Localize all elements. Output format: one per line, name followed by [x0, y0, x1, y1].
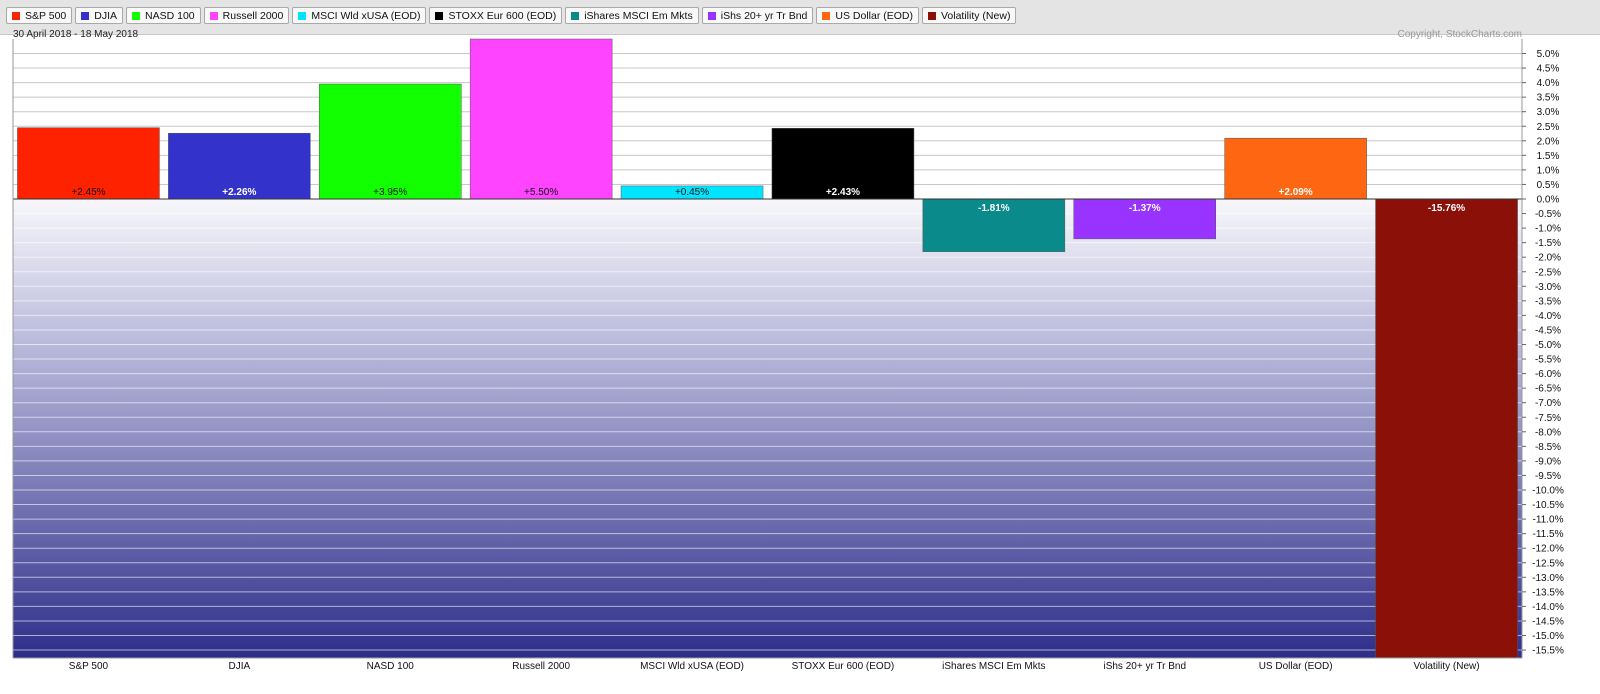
y-tick-label: 3.5% [1537, 93, 1560, 104]
x-category-label: Volatility (New) [1413, 661, 1479, 672]
data-label: +0.45% [675, 187, 709, 198]
data-label: -1.37% [1129, 203, 1161, 214]
y-tick-label: -8.0% [1535, 427, 1561, 438]
bar[interactable] [469, 38, 613, 200]
data-label: +2.43% [826, 187, 860, 198]
x-category-label: NASD 100 [367, 661, 415, 672]
y-tick-label: 0.0% [1537, 195, 1560, 206]
data-label: -1.81% [978, 203, 1010, 214]
x-category-label: iShares MSCI Em Mkts [942, 661, 1045, 672]
y-tick-label: -13.0% [1532, 573, 1564, 584]
y-tick-label: 3.0% [1537, 107, 1560, 118]
y-tick-label: -10.5% [1532, 500, 1564, 511]
y-tick-label: -8.5% [1535, 442, 1561, 453]
y-tick-label: -2.0% [1535, 253, 1561, 264]
x-category-label: DJIA [229, 661, 251, 672]
y-tick-label: -9.0% [1535, 456, 1561, 467]
x-category-label: iShs 20+ yr Tr Bnd [1103, 661, 1186, 672]
y-axis: 5.0% 4.5% 4.0% 3.5% 3.0% 2.5% 2.0% 1.5% 1.0% 0.5%… [1522, 49, 1564, 657]
y-tick-label: -1.5% [1535, 238, 1561, 249]
y-tick-label: -5.5% [1535, 355, 1561, 366]
y-tick-label: -5.0% [1535, 340, 1561, 351]
y-tick-label: -12.5% [1532, 558, 1564, 569]
y-tick-label: -6.0% [1535, 369, 1561, 380]
y-tick-label: -15.0% [1532, 631, 1564, 642]
y-tick-label: 2.5% [1537, 122, 1560, 133]
y-tick-label: 1.5% [1537, 151, 1560, 162]
x-category-label: MSCI Wld xUSA (EOD) [640, 661, 744, 672]
bar[interactable] [319, 83, 462, 200]
y-tick-label: -12.0% [1532, 544, 1564, 555]
x-category-label: STOXX Eur 600 (EOD) [792, 661, 895, 672]
y-tick-label: -7.0% [1535, 398, 1561, 409]
y-tick-label: -13.5% [1532, 587, 1564, 598]
copyright: Copyright, StockCharts.com [1398, 29, 1523, 40]
y-tick-label: -4.5% [1535, 325, 1561, 336]
data-label: +5.50% [524, 187, 558, 198]
chart-window: S&P 500 DJIA NASD 100 Russell 2000 MSCI Wld … [0, 0, 1600, 694]
x-category-label: Russell 2000 [512, 661, 570, 672]
date-range: 30 April 2018 - 18 May 2018 [13, 29, 139, 40]
y-tick-label: -6.5% [1535, 384, 1561, 395]
x-category-label: US Dollar (EOD) [1259, 661, 1333, 672]
y-tick-label: 0.5% [1537, 180, 1560, 191]
y-tick-label: 4.0% [1537, 78, 1560, 89]
y-tick-label: -3.0% [1535, 282, 1561, 293]
y-tick-label: -7.5% [1535, 413, 1561, 424]
data-label: +2.26% [222, 187, 256, 198]
y-tick-label: 5.0% [1537, 49, 1560, 60]
x-category-label: S&P 500 [69, 661, 109, 672]
y-tick-label: 2.0% [1537, 136, 1560, 147]
y-tick-label: -0.5% [1535, 209, 1561, 220]
y-tick-label: -14.0% [1532, 602, 1564, 613]
data-label: +2.09% [1279, 187, 1313, 198]
plot-background-negative [13, 199, 1522, 658]
y-tick-label: -15.5% [1532, 646, 1564, 657]
y-tick-label: 1.0% [1537, 165, 1560, 176]
y-tick-label: -1.0% [1535, 224, 1561, 235]
bar-chart: +2.45% +2.26% +3.95% +5.50% +0.45% +2.43% -1.8… [12, 29, 1564, 672]
y-tick-label: -3.5% [1535, 296, 1561, 307]
y-tick-label: -4.0% [1535, 311, 1561, 322]
y-tick-label: -2.5% [1535, 267, 1561, 278]
y-tick-label: 4.5% [1537, 64, 1560, 75]
y-tick-label: -10.0% [1532, 486, 1564, 497]
x-axis: S&P 500 DJIA NASD 100 Russell 2000 MSCI Wld … [69, 661, 1480, 672]
y-tick-label: -9.5% [1535, 471, 1561, 482]
data-label: -15.76% [1428, 203, 1465, 214]
bar[interactable] [1375, 198, 1518, 658]
y-tick-label: -11.0% [1533, 515, 1564, 526]
y-tick-label: -11.5% [1533, 529, 1564, 540]
y-tick-label: -14.5% [1532, 616, 1564, 627]
data-label: +3.95% [373, 187, 407, 198]
data-label: +2.45% [71, 187, 105, 198]
